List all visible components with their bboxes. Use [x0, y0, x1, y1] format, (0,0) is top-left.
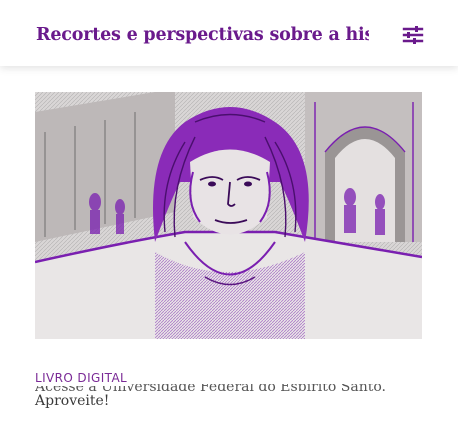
- sliders-icon: [402, 26, 424, 44]
- top-bar: Recortes e perspectivas sobre a hist: [0, 0, 458, 66]
- hero-image[interactable]: [35, 92, 422, 339]
- category-label[interactable]: LIVRO DIGITAL: [35, 371, 132, 386]
- menu-button[interactable]: [398, 22, 428, 48]
- post-excerpt-text: Aproveite!: [35, 393, 110, 409]
- post-excerpt: Acesse a Universidade Federal do Espirit…: [35, 384, 425, 412]
- site-title[interactable]: Recortes e perspectivas sobre a hist: [36, 23, 369, 47]
- portrait-engraving-icon: [35, 92, 422, 339]
